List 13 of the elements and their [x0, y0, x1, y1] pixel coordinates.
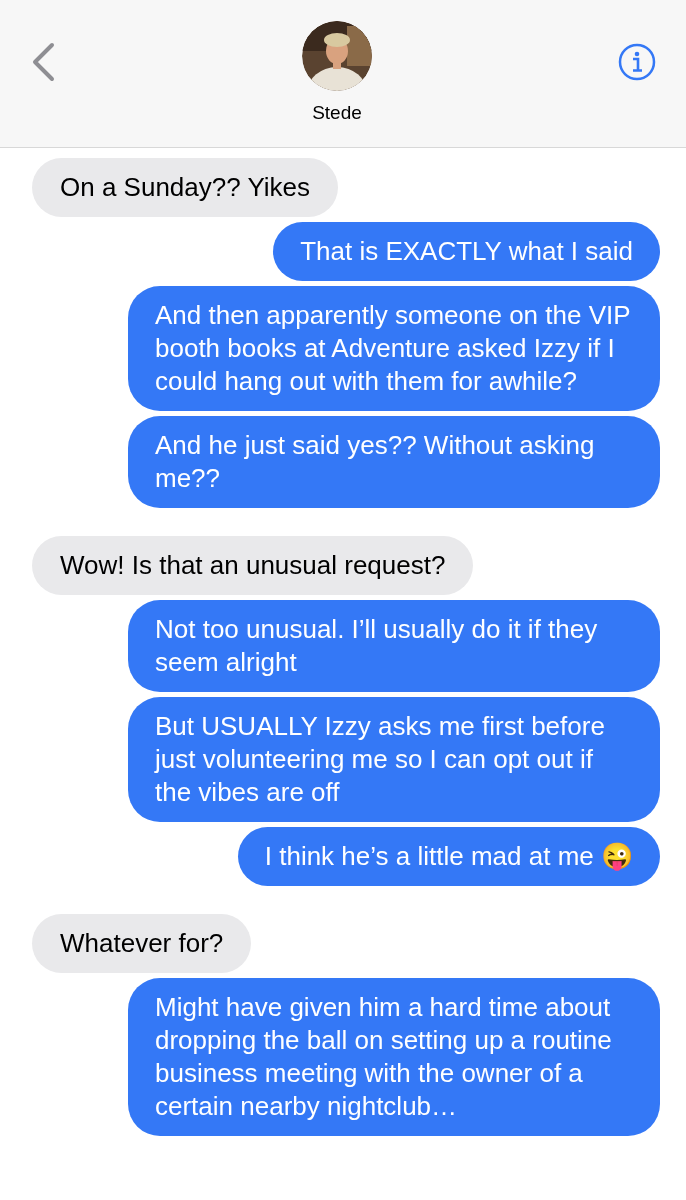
- incoming-message-bubble: Whatever for?: [32, 914, 252, 973]
- outgoing-message-bubble: Might have given him a hard time about dropping the ball on setting up a routine business meeting with the owner of a certain nearby nightclub…: [128, 978, 660, 1136]
- outgoing-message-bubble: And then apparently someone on the VIP booth books at Adventure asked Izzy if I could hang out with them for awhile?: [128, 286, 660, 411]
- contact-name: Stede: [312, 101, 362, 126]
- incoming-message-bubble: On a Sunday?? Yikes: [32, 158, 339, 217]
- outgoing-message-bubble: And he just said yes?? Without asking me??: [128, 416, 660, 508]
- outgoing-message-bubble: That is EXACTLY what I said: [273, 222, 660, 281]
- incoming-message-bubble: Wow! Is that an unusual request?: [32, 536, 474, 595]
- outgoing-message-bubble: But USUALLY Izzy asks me first before just volunteering me so I can opt out if the vibes are off: [128, 697, 660, 822]
- back-icon[interactable]: [30, 41, 56, 82]
- outgoing-message-bubble: Not too unusual. I’ll usually do it if they seem alright: [128, 600, 660, 692]
- outgoing-message-bubble: I think he’s a little mad at me 😜: [237, 827, 660, 886]
- info-icon[interactable]: [618, 42, 656, 81]
